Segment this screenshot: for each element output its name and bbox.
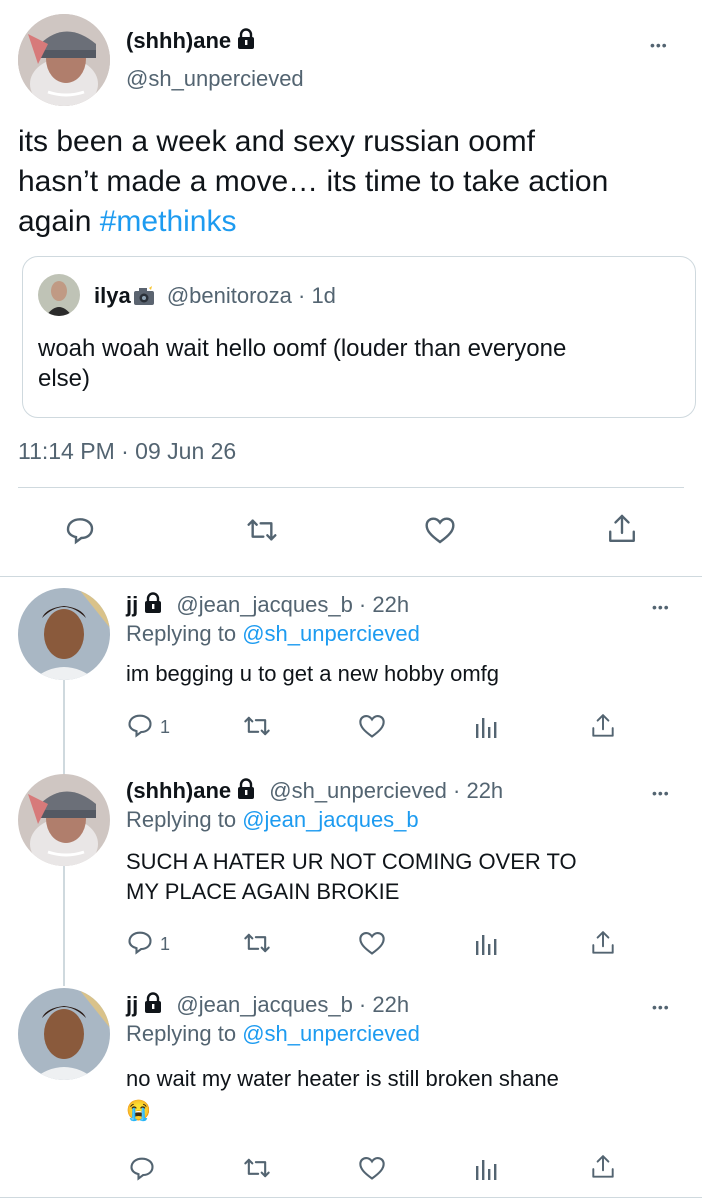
display-name[interactable]: jj bbox=[126, 592, 138, 617]
like-icon[interactable] bbox=[424, 515, 456, 550]
lock-icon bbox=[142, 592, 164, 620]
reply-count: 1 bbox=[160, 934, 171, 954]
more-icon[interactable]: ••• bbox=[652, 786, 670, 800]
share-icon[interactable] bbox=[590, 929, 616, 962]
mention-link[interactable]: @sh_unpercieved bbox=[242, 1021, 420, 1046]
analytics-icon[interactable] bbox=[474, 1156, 498, 1187]
quoted-text: woah woah wait hello oomf (louder than e… bbox=[38, 334, 678, 394]
reply-icon bbox=[126, 711, 154, 744]
quoted-handle-time: @benitoroza · 1d bbox=[166, 283, 336, 308]
reply-icon[interactable] bbox=[128, 1154, 156, 1187]
author-line: (shhh)ane bbox=[126, 28, 257, 56]
avatar[interactable] bbox=[18, 774, 110, 866]
tweet-text-line: its been a week and sexy russian oomf bbox=[18, 125, 535, 158]
retweet-icon[interactable] bbox=[242, 712, 272, 745]
handle-time[interactable]: @jean_jacques_b · 22h bbox=[176, 592, 409, 617]
lock-icon bbox=[142, 992, 164, 1020]
reply-text: no wait my water heater is still broken … bbox=[126, 1063, 559, 1127]
handle[interactable]: @sh_unpercieved bbox=[126, 66, 304, 92]
like-icon[interactable] bbox=[358, 930, 386, 961]
retweet-icon[interactable] bbox=[245, 514, 279, 551]
reply-author-line: jj @jean_jacques_b · 22h bbox=[126, 592, 409, 620]
share-icon[interactable] bbox=[590, 712, 616, 745]
divider bbox=[18, 487, 684, 488]
replying-to: Replying to @jean_jacques_b bbox=[126, 807, 419, 833]
tweet-text-line: hasn’t made a move… its time to take act… bbox=[18, 165, 609, 198]
avatar-image bbox=[18, 14, 110, 106]
quoted-text-line: else) bbox=[38, 365, 91, 392]
display-name[interactable]: jj bbox=[126, 992, 138, 1017]
reply-text-line: MY PLACE AGAIN BROKIE bbox=[126, 879, 400, 904]
analytics-icon[interactable] bbox=[474, 714, 498, 745]
reply-button[interactable]: 1 bbox=[126, 711, 170, 744]
lock-icon bbox=[235, 28, 257, 56]
share-icon[interactable] bbox=[606, 512, 638, 551]
replying-to-label: Replying to bbox=[126, 621, 243, 646]
display-name[interactable]: (shhh)ane bbox=[126, 778, 231, 803]
tweet-text: its been a week and sexy russian oomf ha… bbox=[18, 122, 698, 242]
like-icon[interactable] bbox=[358, 1155, 386, 1186]
replying-to-label: Replying to bbox=[126, 807, 243, 832]
quoted-author-line: ilya @benitoroza · 1d bbox=[94, 283, 336, 312]
avatar[interactable] bbox=[18, 14, 110, 106]
reply-count: 1 bbox=[160, 717, 171, 737]
reply-button[interactable]: 1 bbox=[126, 928, 170, 961]
reply-text-line: SUCH A HATER UR NOT COMING OVER TO bbox=[126, 849, 577, 874]
replying-to: Replying to @sh_unpercieved bbox=[126, 1021, 420, 1047]
handle-time[interactable]: @sh_unpercieved · 22h bbox=[269, 778, 503, 803]
reply-text-line: no wait my water heater is still broken … bbox=[126, 1066, 559, 1091]
avatar[interactable] bbox=[18, 588, 110, 680]
more-icon[interactable]: ••• bbox=[652, 1000, 670, 1014]
tweet-timestamp[interactable]: 11:14 PM · 09 Jun 26 bbox=[18, 438, 236, 465]
avatar[interactable] bbox=[18, 988, 110, 1080]
reply-text: SUCH A HATER UR NOT COMING OVER TO MY PL… bbox=[126, 847, 577, 907]
camera-emoji-icon bbox=[133, 286, 155, 312]
quoted-text-line: woah woah wait hello oomf (louder than e… bbox=[38, 335, 567, 362]
like-icon[interactable] bbox=[358, 713, 386, 744]
lock-icon bbox=[235, 778, 257, 806]
analytics-icon[interactable] bbox=[474, 931, 498, 962]
reply-icon[interactable] bbox=[64, 514, 96, 551]
mention-link[interactable]: @jean_jacques_b bbox=[242, 807, 418, 832]
reply-text: im begging u to get a new hobby omfg bbox=[126, 661, 500, 686]
handle-time[interactable]: @jean_jacques_b · 22h bbox=[176, 992, 409, 1017]
divider bbox=[0, 1197, 702, 1198]
more-icon[interactable]: ••• bbox=[650, 38, 668, 52]
quoted-display-name: ilya bbox=[94, 283, 131, 308]
replying-to-label: Replying to bbox=[126, 1021, 243, 1046]
display-name[interactable]: (shhh)ane bbox=[126, 28, 231, 53]
mention-link[interactable]: @sh_unpercieved bbox=[242, 621, 420, 646]
reply-icon bbox=[126, 928, 154, 961]
divider bbox=[0, 576, 702, 577]
quoted-avatar[interactable] bbox=[38, 274, 80, 316]
reply-author-line: jj @jean_jacques_b · 22h bbox=[126, 992, 409, 1020]
hashtag-link[interactable]: #methinks bbox=[100, 205, 237, 238]
reply-author-line: (shhh)ane @sh_unpercieved · 22h bbox=[126, 778, 503, 806]
replying-to: Replying to @sh_unpercieved bbox=[126, 621, 420, 647]
retweet-icon[interactable] bbox=[242, 1154, 272, 1187]
more-icon[interactable]: ••• bbox=[652, 600, 670, 614]
thread-line bbox=[63, 866, 65, 986]
tweet-text-line: again bbox=[18, 205, 100, 238]
thread-line bbox=[63, 680, 65, 778]
crying-emoji: 😭 bbox=[126, 1100, 151, 1122]
share-icon[interactable] bbox=[590, 1153, 616, 1186]
retweet-icon[interactable] bbox=[242, 929, 272, 962]
